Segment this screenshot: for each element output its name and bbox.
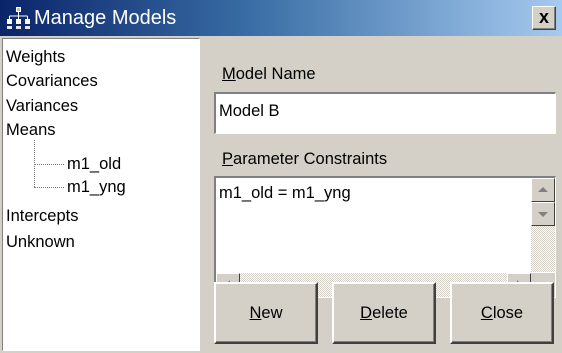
scroll-up-button[interactable] — [531, 178, 555, 202]
delete-button[interactable]: Delete — [332, 282, 436, 344]
vertical-scrollbar[interactable] — [531, 178, 555, 272]
tree-item-m1-old[interactable]: m1_old — [67, 154, 121, 174]
parameter-constraints-value: m1_old = m1_yng — [219, 184, 351, 202]
tree-connector — [34, 187, 64, 188]
parameter-constraints-label: Parameter Constraints — [222, 150, 388, 168]
parameter-constraints-input[interactable]: m1_old = m1_yng — [214, 176, 556, 298]
new-button[interactable]: New — [214, 282, 318, 344]
model-name-input[interactable]: Model B — [214, 92, 556, 134]
arrow-up-icon — [538, 187, 548, 192]
model-tree[interactable]: Weights Covariances Variances Means m1_o… — [2, 38, 200, 351]
model-editor-panel: Model Name Model B Parameter Constraints… — [206, 38, 560, 351]
title-bar[interactable]: Manage Models x — [0, 0, 562, 36]
model-name-label: Model Name — [222, 65, 316, 83]
scroll-down-button[interactable] — [531, 202, 555, 226]
tree-connector — [34, 164, 64, 165]
close-icon: x — [538, 7, 549, 27]
tree-item-means[interactable]: Means — [6, 120, 56, 140]
model-tree-icon — [7, 7, 30, 29]
tree-item-weights[interactable]: Weights — [6, 47, 65, 67]
close-button[interactable]: Close — [450, 282, 554, 344]
tree-item-covariances[interactable]: Covariances — [6, 71, 98, 91]
close-window-button[interactable]: x — [532, 6, 556, 30]
manage-models-dialog: Manage Models x Weights Covariances Vari… — [0, 0, 562, 353]
model-name-value: Model B — [219, 102, 280, 120]
tree-item-m1-yng[interactable]: m1_yng — [67, 177, 126, 197]
window-title: Manage Models — [34, 7, 177, 29]
tree-item-intercepts[interactable]: Intercepts — [6, 206, 78, 226]
tree-item-unknown[interactable]: Unknown — [6, 232, 75, 252]
tree-item-variances[interactable]: Variances — [6, 96, 78, 116]
arrow-down-icon — [538, 212, 548, 217]
